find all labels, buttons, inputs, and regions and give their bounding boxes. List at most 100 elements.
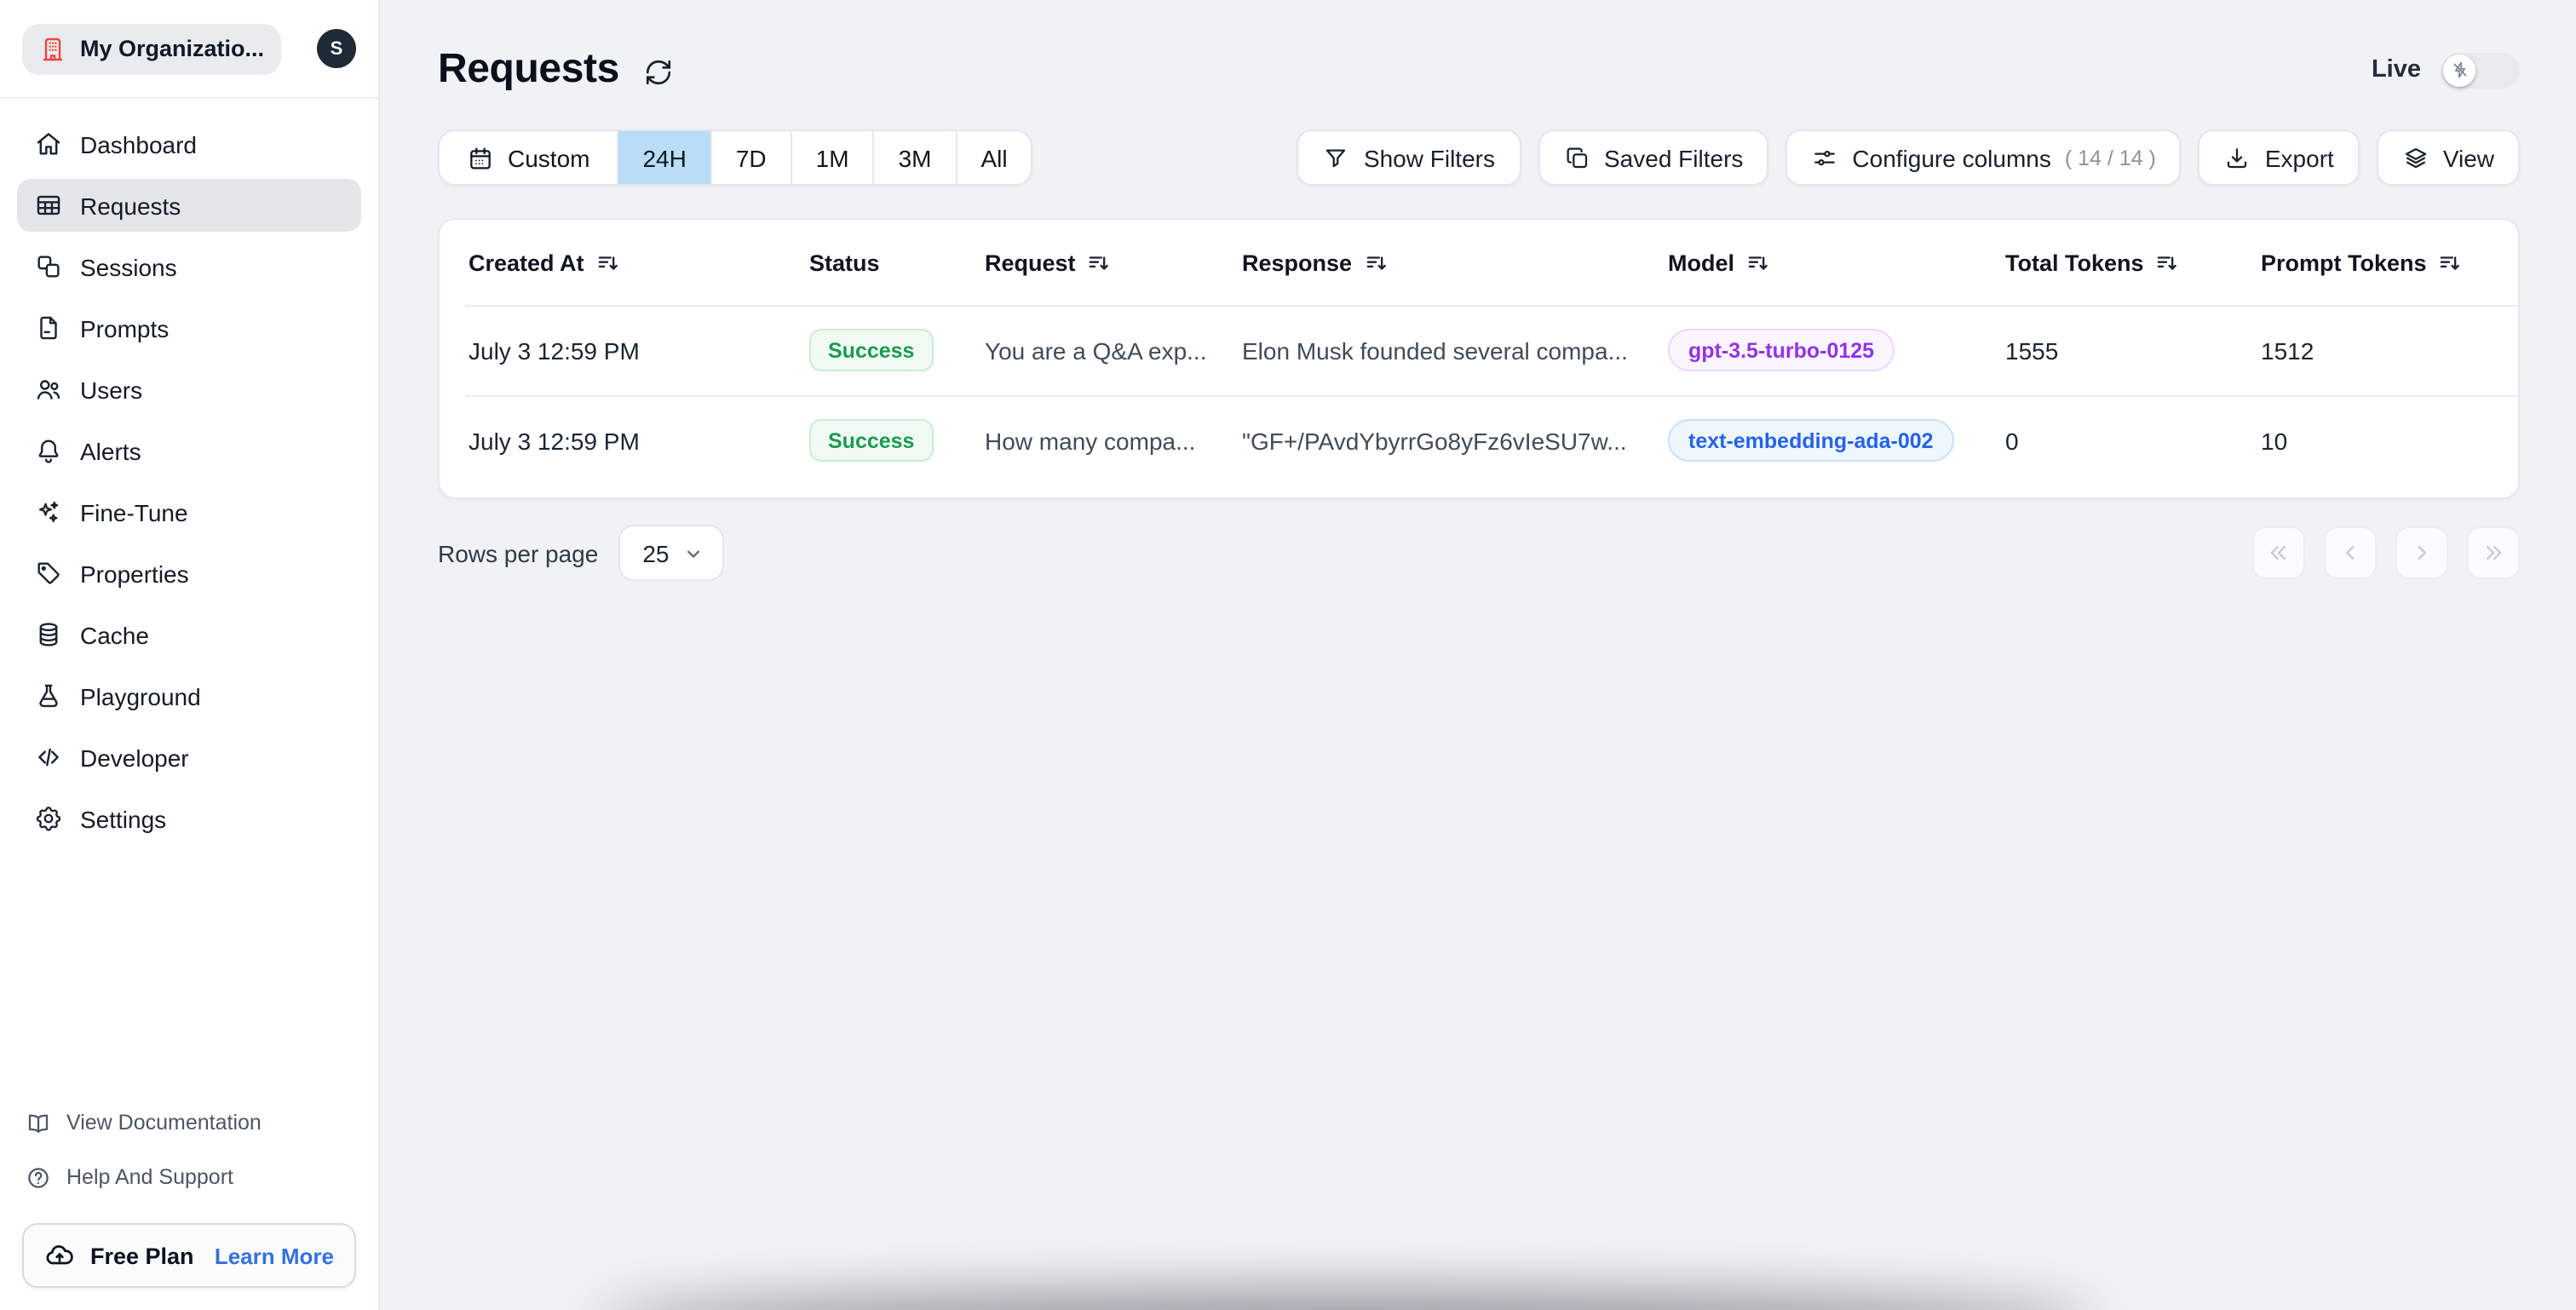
- sidebar-item-developer[interactable]: Developer: [17, 731, 361, 784]
- cell-response: "GF+/PAvdYbyrrGo8yFz6vIeSU7w...: [1242, 427, 1627, 454]
- sidebar-item-label: Developer: [80, 744, 189, 771]
- rows-per-page-value: 25: [642, 539, 670, 566]
- table-icon: [34, 191, 63, 220]
- page-header: Requests Live: [438, 46, 2520, 94]
- rows-per-page-select[interactable]: 25: [618, 525, 724, 581]
- chevron-left-icon: [2337, 540, 2363, 566]
- sidebar-item-label: Requests: [80, 192, 181, 219]
- sidebar-item-playground[interactable]: Playground: [17, 669, 361, 722]
- toolbar-buttons: Show Filters Saved Filters Configure col…: [1297, 129, 2520, 186]
- download-icon: [2224, 144, 2251, 171]
- time-range-all[interactable]: All: [955, 131, 1031, 184]
- learn-more-link[interactable]: Learn More: [215, 1243, 334, 1268]
- sidebar-item-sessions[interactable]: Sessions: [17, 240, 361, 293]
- sort-icon[interactable]: [596, 251, 618, 273]
- export-button[interactable]: Export: [2198, 129, 2360, 186]
- sidebar-item-alerts[interactable]: Alerts: [17, 424, 361, 477]
- cell-total-tokens: 1555: [2005, 336, 2059, 364]
- column-label: Response: [1242, 250, 1353, 275]
- sort-icon[interactable]: [1088, 251, 1110, 273]
- help-and-support-link[interactable]: Help And Support: [22, 1153, 356, 1201]
- column-header-request[interactable]: Request: [985, 250, 1242, 275]
- time-range-24h[interactable]: 24H: [617, 131, 710, 184]
- column-header-status[interactable]: Status: [809, 250, 985, 275]
- column-header-created-at[interactable]: Created At: [469, 250, 809, 275]
- sidebar-item-label: Settings: [80, 805, 167, 832]
- sidebar-item-fine-tune[interactable]: Fine-Tune: [17, 486, 361, 538]
- time-range-label: 7D: [735, 144, 767, 171]
- live-control: Live: [2372, 52, 2520, 88]
- main-content: Requests Live Custom 24H 7D 1M 3M All Sh…: [380, 0, 2576, 1310]
- sidebar-nav: Dashboard Requests Sessions Prompts User…: [0, 99, 378, 845]
- time-range-3m[interactable]: 3M: [872, 131, 956, 184]
- time-range-label: Custom: [508, 144, 590, 171]
- footer-item-label: View Documentation: [66, 1111, 262, 1135]
- chevron-down-icon: [681, 541, 705, 565]
- view-button[interactable]: View: [2376, 129, 2520, 186]
- sidebar-item-requests[interactable]: Requests: [17, 179, 361, 232]
- sidebar-item-dashboard[interactable]: Dashboard: [17, 118, 361, 170]
- button-label: Export: [2264, 144, 2334, 171]
- cell-response: Elon Musk founded several compa...: [1242, 336, 1628, 364]
- configure-columns-button[interactable]: Configure columns ( 14 / 14 ): [1785, 129, 2182, 186]
- cell-created-at: July 3 12:59 PM: [469, 336, 640, 364]
- time-range-7d[interactable]: 7D: [710, 131, 791, 184]
- refresh-icon[interactable]: [645, 57, 674, 86]
- button-label: Configure columns: [1852, 144, 2051, 171]
- sessions-icon: [34, 252, 63, 281]
- sidebar-item-settings[interactable]: Settings: [17, 792, 361, 845]
- show-filters-button[interactable]: Show Filters: [1297, 129, 1521, 186]
- plan-banner[interactable]: Free Plan Learn More: [22, 1223, 356, 1288]
- model-badge: gpt-3.5-turbo-0125: [1668, 329, 1895, 371]
- sidebar-item-prompts[interactable]: Prompts: [17, 302, 361, 354]
- chevrons-left-icon: [2266, 540, 2291, 566]
- columns-count: ( 14 / 14 ): [2064, 146, 2156, 169]
- time-range-custom[interactable]: Custom: [440, 131, 617, 184]
- table-row[interactable]: July 3 12:59 PM Success How many compa..…: [440, 395, 2518, 486]
- sort-icon[interactable]: [2439, 251, 2461, 273]
- app: My Organizatio... S Dashboard Requests S…: [0, 0, 2576, 1310]
- live-toggle[interactable]: [2441, 52, 2520, 88]
- saved-filters-button[interactable]: Saved Filters: [1538, 129, 1769, 186]
- sort-icon[interactable]: [2156, 251, 2178, 273]
- cell-request: How many compa...: [985, 427, 1196, 454]
- time-range-selector: Custom 24H 7D 1M 3M All: [438, 129, 1033, 186]
- database-icon: [34, 620, 63, 649]
- column-header-prompt-tokens[interactable]: Prompt Tokens: [2261, 250, 2518, 275]
- sidebar-item-label: Users: [80, 376, 143, 403]
- view-documentation-link[interactable]: View Documentation: [22, 1099, 356, 1146]
- cell-status: Success: [809, 329, 985, 371]
- column-header-total-tokens[interactable]: Total Tokens: [2005, 250, 2261, 275]
- sort-icon[interactable]: [1364, 251, 1386, 273]
- org-header: My Organizatio... S: [0, 0, 378, 99]
- last-page-button[interactable]: [2467, 526, 2520, 579]
- avatar[interactable]: S: [317, 29, 356, 68]
- column-header-response[interactable]: Response: [1242, 250, 1668, 275]
- time-range-1m[interactable]: 1M: [790, 131, 873, 184]
- cell-request: You are a Q&A exp...: [985, 336, 1207, 364]
- column-header-model[interactable]: Model: [1668, 250, 2005, 275]
- sidebar-item-users[interactable]: Users: [17, 363, 361, 416]
- column-label: Prompt Tokens: [2261, 250, 2427, 275]
- toolbar: Custom 24H 7D 1M 3M All Show Filters Sav…: [438, 129, 2520, 186]
- time-range-label: 24H: [642, 144, 687, 171]
- table-row[interactable]: July 3 12:59 PM Success You are a Q&A ex…: [440, 305, 2518, 395]
- building-icon: [39, 35, 66, 62]
- sidebar-item-properties[interactable]: Properties: [17, 547, 361, 600]
- first-page-button[interactable]: [2252, 526, 2305, 579]
- copy-icon: [1563, 144, 1590, 171]
- sidebar: My Organizatio... S Dashboard Requests S…: [0, 0, 380, 1310]
- column-label: Total Tokens: [2005, 250, 2144, 275]
- org-switcher[interactable]: My Organizatio...: [22, 23, 282, 74]
- sparkles-icon: [34, 497, 63, 526]
- sidebar-item-cache[interactable]: Cache: [17, 608, 361, 661]
- sort-icon[interactable]: [1746, 251, 1768, 273]
- rows-per-page-label: Rows per page: [438, 539, 599, 566]
- next-page-button[interactable]: [2395, 526, 2448, 579]
- chevron-right-icon: [2409, 540, 2435, 566]
- requests-table: Created At Status Request Response Model: [438, 218, 2520, 499]
- sidebar-item-label: Fine-Tune: [80, 498, 188, 526]
- prev-page-button[interactable]: [2324, 526, 2377, 579]
- gear-icon: [34, 804, 63, 833]
- plan-label: Free Plan: [90, 1243, 194, 1268]
